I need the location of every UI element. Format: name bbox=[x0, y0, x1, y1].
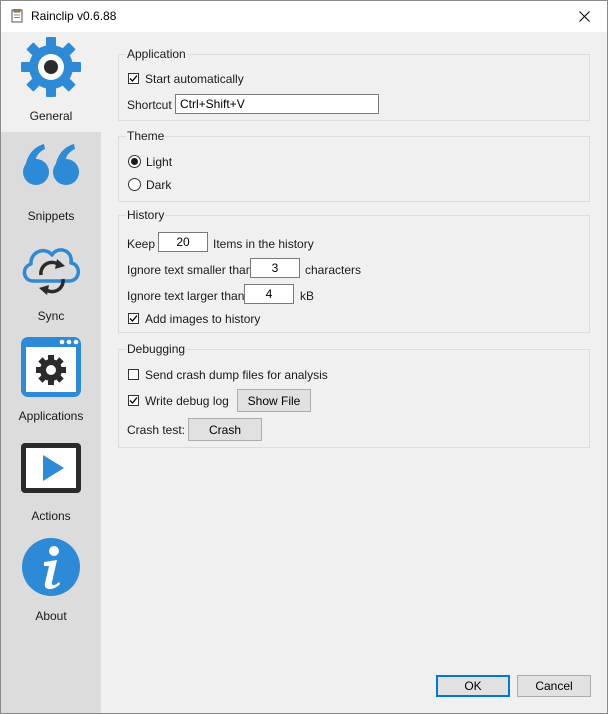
application-group: Application Start automatically Shortcut… bbox=[118, 47, 590, 121]
light-label[interactable]: Light bbox=[146, 155, 172, 169]
quote-icon bbox=[23, 144, 79, 185]
window-title: Rainclip v0.6.88 bbox=[31, 9, 117, 23]
add-images-label[interactable]: Add images to history bbox=[145, 312, 260, 326]
sidebar-item-label: Sync bbox=[37, 309, 65, 323]
cloud-sync-icon bbox=[22, 248, 80, 295]
settings-window: Rainclip v0.6.88 General Snippets Sync A… bbox=[0, 0, 608, 714]
ignore-smaller-suffix: characters bbox=[305, 263, 362, 277]
close-icon bbox=[578, 11, 590, 22]
play-icon bbox=[21, 443, 81, 493]
checkmark-icon bbox=[129, 315, 138, 322]
sidebar-item-snippets[interactable]: Snippets bbox=[1, 132, 101, 232]
sidebar-item-general[interactable]: General bbox=[1, 32, 101, 132]
sidebar-item-label: About bbox=[35, 609, 67, 623]
sidebar-item-label: General bbox=[29, 109, 73, 123]
sidebar-item-label: Applications bbox=[18, 409, 84, 423]
sidebar-item-actions[interactable]: Actions bbox=[1, 432, 101, 532]
sidebar-item-about[interactable]: About bbox=[1, 532, 101, 632]
crash-button[interactable]: Crash bbox=[188, 418, 262, 441]
write-debug-checkbox[interactable] bbox=[128, 395, 139, 406]
crash-test-label: Crash test: bbox=[127, 423, 186, 437]
checkmark-icon bbox=[129, 397, 138, 404]
dark-radio[interactable] bbox=[128, 178, 141, 191]
group-title: Debugging bbox=[126, 342, 187, 356]
debugging-group: Debugging Send crash dump files for anal… bbox=[118, 342, 590, 448]
send-crash-label[interactable]: Send crash dump files for analysis bbox=[145, 368, 328, 382]
ignore-larger-suffix: kB bbox=[300, 289, 315, 303]
info-icon bbox=[22, 538, 80, 596]
history-group: History Keep 20 Items in the history Ign… bbox=[118, 208, 590, 333]
shortcut-label: Shortcut bbox=[127, 98, 172, 112]
shortcut-field[interactable]: Ctrl+Shift+V bbox=[175, 94, 379, 114]
show-file-button[interactable]: Show File bbox=[237, 389, 311, 412]
checkmark-icon bbox=[129, 75, 138, 82]
start-automatically-checkbox[interactable] bbox=[128, 73, 139, 84]
add-images-checkbox[interactable] bbox=[128, 313, 139, 324]
ignore-smaller-label: Ignore text smaller than bbox=[127, 263, 253, 277]
app-icon bbox=[11, 9, 23, 23]
group-title: Application bbox=[126, 47, 187, 61]
sidebar: General Snippets Sync Applications Actio… bbox=[1, 32, 101, 713]
sidebar-item-label: Actions bbox=[31, 509, 71, 523]
ok-button[interactable]: OK bbox=[436, 675, 510, 697]
group-title: Theme bbox=[126, 129, 166, 143]
write-debug-label[interactable]: Write debug log bbox=[145, 394, 229, 408]
ignore-larger-field[interactable]: 4 bbox=[244, 284, 294, 304]
ignore-larger-label: Ignore text larger than bbox=[127, 289, 245, 303]
dark-label[interactable]: Dark bbox=[146, 178, 171, 192]
cancel-button[interactable]: Cancel bbox=[517, 675, 591, 697]
gear-icon bbox=[21, 37, 81, 97]
keep-label: Keep bbox=[127, 237, 156, 251]
keep-field[interactable]: 20 bbox=[158, 232, 208, 252]
title-bar: Rainclip v0.6.88 bbox=[1, 1, 607, 32]
window-gear-icon bbox=[21, 337, 81, 397]
start-automatically-label[interactable]: Start automatically bbox=[145, 72, 244, 86]
theme-group: Theme Light Dark bbox=[118, 129, 590, 202]
sidebar-item-label: Snippets bbox=[27, 209, 75, 223]
sidebar-item-sync[interactable]: Sync bbox=[1, 232, 101, 332]
sidebar-item-applications[interactable]: Applications bbox=[1, 332, 101, 432]
ignore-smaller-field[interactable]: 3 bbox=[250, 258, 300, 278]
close-button[interactable] bbox=[561, 1, 607, 32]
group-title: History bbox=[126, 208, 166, 222]
send-crash-checkbox[interactable] bbox=[128, 369, 139, 380]
keep-suffix: Items in the history bbox=[213, 237, 314, 251]
light-radio[interactable] bbox=[128, 155, 141, 168]
